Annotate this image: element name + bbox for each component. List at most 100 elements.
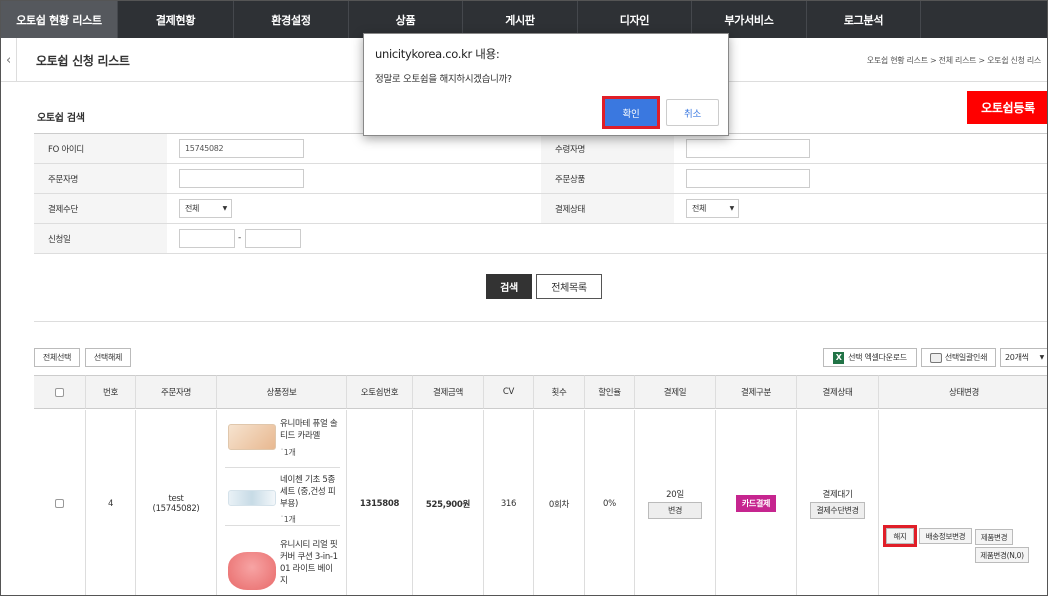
row-orderer: test (15745082) <box>136 410 217 595</box>
all-list-button[interactable]: 전체목록 <box>536 274 602 299</box>
confirm-dialog: unicitykorea.co.kr 내용: 정말로 오토쉽을 해지하시겠습니까… <box>363 33 729 136</box>
row-count: 0회차 <box>534 410 585 595</box>
search-row: FO 아이디 15745082 수령자명 <box>34 134 1047 164</box>
pay-day-change-button[interactable]: 변경 <box>648 502 702 519</box>
header-pay-day: 결제일 <box>635 375 716 409</box>
pay-method-change-button[interactable]: 결제수단변경 <box>810 502 865 519</box>
orderer-input[interactable] <box>179 169 304 188</box>
header-amount: 결제금액 <box>413 375 484 409</box>
shipping-info-change-button[interactable]: 배송정보변경 <box>919 528 972 544</box>
header-checkbox-cell <box>34 375 86 409</box>
excel-download-button[interactable]: X 선택 엑셀다운로드 <box>823 348 917 367</box>
payment-status-label: 결제상태 <box>541 194 674 223</box>
search-section-title: 오토쉽 검색 <box>37 113 85 124</box>
product-name[interactable]: 유니시티 리얼 핏 커버 쿠션 3-in-1 01 라이트 베이지 <box>280 539 340 587</box>
product-item: 유니마테 퓨얼 솔티드 카라멜 ˙1개 <box>225 410 340 468</box>
section-divider <box>34 321 1047 322</box>
autoship-register-button[interactable]: 오토쉽등록 <box>967 91 1047 124</box>
dialog-origin: unicitykorea.co.kr 내용: <box>375 47 500 61</box>
product-name[interactable]: 네이첸 기초 5종 세트 (중,건성 피부용) <box>280 474 340 510</box>
product-box-image <box>228 424 276 450</box>
header-number: 번호 <box>86 375 136 409</box>
header-product-info: 상품정보 <box>217 375 347 409</box>
printer-icon <box>929 352 942 363</box>
caret-down-icon: ▼ <box>222 205 228 212</box>
row-status-change <box>879 410 1047 595</box>
row-pay-status: 결제대기 결제수단변경 <box>797 410 879 595</box>
row-discount: 0% <box>585 410 635 595</box>
row-pay-type: 카드결제 <box>716 410 797 595</box>
print-selected-button[interactable]: 선택일괄인쇄 <box>921 348 996 367</box>
orderer-id: (15745082) <box>152 503 200 514</box>
page-size-value: 20개씩 <box>1005 353 1029 362</box>
nav-payment-status[interactable]: 결제현황 <box>118 1 234 38</box>
order-product-input[interactable] <box>686 169 810 188</box>
deselect-button[interactable]: 선택해제 <box>85 348 131 367</box>
nav-log-analysis[interactable]: 로그분석 <box>807 1 921 38</box>
search-row: 결제수단 전체 ▼ 결제상태 전체 ▼ <box>34 194 1047 224</box>
row-checkbox[interactable] <box>55 499 64 508</box>
caret-down-icon: ▼ <box>1039 354 1045 361</box>
autoship-table: 번호 주문자명 상품정보 오토쉽번호 결제금액 CV 횟수 할인율 결제일 결제… <box>34 375 1047 595</box>
back-button[interactable]: ‹ <box>1 38 17 82</box>
pay-day-value: 20일 <box>666 490 684 500</box>
payment-method-label: 결제수단 <box>34 194 167 223</box>
header-pay-status: 결제상태 <box>797 375 879 409</box>
nav-empty <box>921 1 1047 38</box>
header-discount: 할인율 <box>585 375 635 409</box>
product-qty: ˙1개 <box>280 515 296 524</box>
card-payment-badge: 카드결제 <box>735 495 777 512</box>
page-title: 오토쉽 신청 리스트 <box>36 54 130 68</box>
select-all-button[interactable]: 전체선택 <box>34 348 80 367</box>
search-form: FO 아이디 15745082 수령자명 주문자명 주문상품 결제수단 전체 ▼… <box>34 133 1047 254</box>
product-change-button[interactable]: 제품변경 <box>975 529 1013 545</box>
recipient-label: 수령자명 <box>541 134 674 163</box>
row-number: 4 <box>86 410 136 595</box>
apply-date-start-input[interactable] <box>179 229 235 248</box>
search-row: 신청일 - <box>34 224 1047 254</box>
payment-method-value: 전체 <box>185 204 200 213</box>
product-name[interactable]: 유니마테 퓨얼 솔티드 카라멜 <box>280 418 340 442</box>
search-row: 주문자명 주문상품 <box>34 164 1047 194</box>
row-amount: 525,900원 <box>413 410 484 595</box>
header-cv: CV <box>484 375 534 409</box>
dialog-ok-button[interactable]: 확인 <box>602 96 660 129</box>
orderer-label: 주문자명 <box>34 164 167 193</box>
product-set-image <box>228 490 276 506</box>
product-item: 유니시티 리얼 핏 커버 쿠션 3-in-1 01 라이트 베이지 <box>225 526 340 595</box>
product-change-n0-button[interactable]: 제품변경(N,0) <box>975 547 1029 563</box>
date-separator: - <box>238 233 241 243</box>
page-size-select[interactable]: 20개씩 ▼ <box>1000 348 1047 367</box>
breadcrumb: 오토쉽 현황 리스트 > 전체 리스트 > 오토쉽 신청 리스 <box>866 56 1042 65</box>
recipient-input[interactable] <box>686 139 810 158</box>
header-count: 횟수 <box>534 375 585 409</box>
search-button[interactable]: 검색 <box>486 274 532 299</box>
payment-method-select[interactable]: 전체 ▼ <box>179 199 232 218</box>
print-selected-label: 선택일괄인쇄 <box>944 353 988 362</box>
nav-settings[interactable]: 환경설정 <box>234 1 349 38</box>
browser-viewport: 오토쉽 현황 리스트 결제현황 환경설정 상품 게시판 디자인 부가서비스 로그… <box>0 0 1048 596</box>
dialog-message: 정말로 오토쉽을 해지하시겠습니까? <box>375 74 512 85</box>
nav-autoship-status[interactable]: 오토쉽 현황 리스트 <box>1 1 118 38</box>
select-all-checkbox[interactable] <box>55 387 64 397</box>
orderer-name: test <box>168 493 184 504</box>
cancel-autoship-button[interactable]: 해지 <box>883 525 917 547</box>
header-status-change: 상태변경 <box>879 375 1047 409</box>
dialog-cancel-button[interactable]: 취소 <box>666 99 719 126</box>
row-checkbox-cell <box>34 410 86 595</box>
payment-status-value: 전체 <box>692 204 707 213</box>
fo-id-input[interactable]: 15745082 <box>179 139 304 158</box>
payment-status-select[interactable]: 전체 ▼ <box>686 199 739 218</box>
product-qty: ˙1개 <box>280 448 296 457</box>
order-product-label: 주문상품 <box>541 164 674 193</box>
fo-id-label: FO 아이디 <box>34 134 167 163</box>
product-item: 네이첸 기초 5종 세트 (중,건성 피부용) ˙1개 <box>225 468 340 526</box>
excel-download-label: 선택 엑셀다운로드 <box>848 353 907 362</box>
cushion-image <box>228 552 276 590</box>
pay-status-value: 결제대기 <box>822 490 853 500</box>
apply-date-end-input[interactable] <box>245 229 301 248</box>
row-cv: 316 <box>484 410 534 595</box>
excel-icon: X <box>833 351 845 364</box>
header-orderer: 주문자명 <box>136 375 217 409</box>
chevron-left-icon: ‹ <box>6 52 11 68</box>
